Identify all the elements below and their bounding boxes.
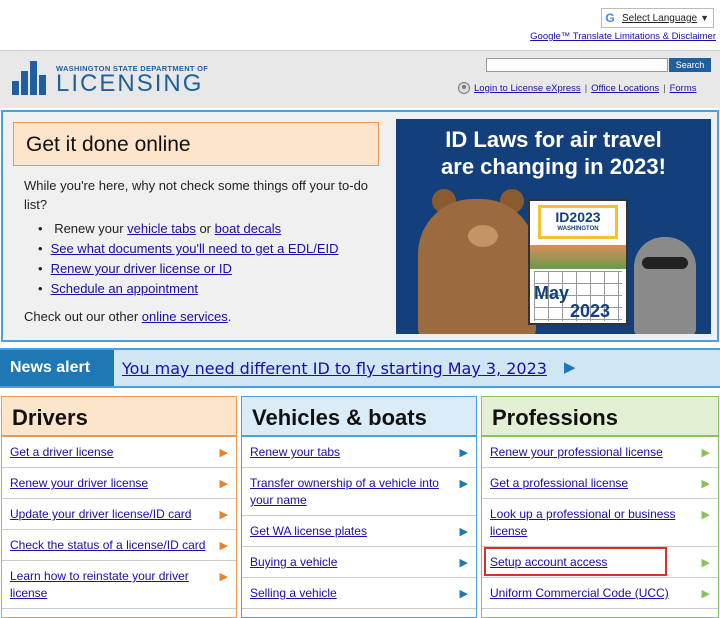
professions-item-lookup[interactable]: Look up a professional or business licen… <box>482 499 718 547</box>
get-it-done-intro: While you're here, why not check some th… <box>24 178 369 212</box>
boat-decals-link[interactable]: boat decals <box>215 221 282 236</box>
professions-heading: Professions <box>482 397 718 437</box>
arrow-right-icon: ▶ <box>219 571 228 583</box>
logo-title: LICENSING <box>56 70 204 97</box>
arrow-right-icon: ▶ <box>219 478 228 490</box>
drivers-item-get-license[interactable]: Get a driver license ▶ <box>2 437 236 468</box>
arrow-right-icon: ▶ <box>219 447 228 459</box>
arrow-right-icon: ▶ <box>459 588 468 600</box>
translate-disclaimer-link[interactable]: Google™ Translate Limitations & Disclaim… <box>530 31 716 42</box>
dol-logo[interactable]: WASHINGTON STATE DEPARTMENT OF LICENSING <box>12 61 208 97</box>
other-services-text: Check out our other online services. <box>24 309 232 324</box>
chevron-down-icon[interactable]: ▼ <box>700 13 709 23</box>
list-item: Renew your driver license or ID <box>38 259 339 279</box>
arrow-right-icon: ▶ <box>459 557 468 569</box>
drivers-heading: Drivers <box>2 397 236 437</box>
calendar-month: May <box>534 283 570 303</box>
bear-illustration <box>418 199 536 334</box>
vehicles-item-selling[interactable]: Selling a vehicle ▶ <box>242 578 476 609</box>
google-icon: G <box>605 11 615 25</box>
search-button[interactable]: Search <box>669 58 711 72</box>
arrow-right-icon: ▶ <box>701 478 710 490</box>
banner-headline-1: ID Laws for air travel <box>445 127 662 152</box>
utility-links: Login to License eXpress | Office Locati… <box>458 82 697 94</box>
forms-link[interactable]: Forms <box>670 83 697 94</box>
office-locations-link[interactable]: Office Locations <box>591 83 659 94</box>
calendar-state-text: WASHINGTON <box>557 226 599 232</box>
login-link[interactable]: Login to License eXpress <box>474 83 581 94</box>
vehicles-item-transfer-ownership[interactable]: Transfer ownership of a vehicle into you… <box>242 468 476 516</box>
get-it-done-title: Get it done online <box>13 122 379 166</box>
vehicles-item-license-plates[interactable]: Get WA license plates ▶ <box>242 516 476 547</box>
arrow-right-icon[interactable]: ▶ <box>564 358 576 376</box>
vehicles-column: Vehicles & boats Renew your tabs ▶ Transf… <box>241 396 477 618</box>
news-alert-bar: News alert You may need different ID to … <box>0 348 720 388</box>
online-services-link[interactable]: online services <box>142 309 228 324</box>
vehicle-tabs-link[interactable]: vehicle tabs <box>127 221 196 236</box>
arrow-right-icon: ▶ <box>219 540 228 552</box>
user-icon <box>458 82 470 94</box>
vehicles-item-buying[interactable]: Buying a vehicle ▶ <box>242 547 476 578</box>
list-item: See what documents you'll need to get a … <box>38 239 339 259</box>
select-language-label[interactable]: Select Language <box>622 13 697 24</box>
search-input[interactable] <box>486 58 668 72</box>
vehicles-item-renew-tabs[interactable]: Renew your tabs ▶ <box>242 437 476 468</box>
drivers-item-renew-license[interactable]: Renew your driver license ▶ <box>2 468 236 499</box>
professions-item-get-license[interactable]: Get a professional license ▶ <box>482 468 718 499</box>
setup-access-highlight-box <box>484 547 667 576</box>
arrow-right-icon: ▶ <box>701 557 710 569</box>
schedule-appointment-link[interactable]: Schedule an appointment <box>51 281 198 296</box>
arrow-right-icon: ▶ <box>701 588 710 600</box>
drivers-item-check-status[interactable]: Check the status of a license/ID card ▶ <box>2 530 236 561</box>
professions-item-renew[interactable]: Renew your professional license ▶ <box>482 437 718 468</box>
drivers-item-reinstate[interactable]: Learn how to reinstate your driver licen… <box>2 561 236 609</box>
site-header: WASHINGTON STATE DEPARTMENT OF LICENSING… <box>0 50 720 108</box>
edl-documents-link[interactable]: See what documents you'll need to get a … <box>51 241 339 256</box>
id-laws-banner[interactable]: ID Laws for air travel are changing in 2… <box>396 119 711 334</box>
drivers-item-update-license[interactable]: Update your driver license/ID card ▶ <box>2 499 236 530</box>
news-alert-label: News alert <box>0 350 114 386</box>
calendar-year: 2023 <box>570 301 611 321</box>
renew-license-link[interactable]: Renew your driver license or ID <box>51 261 232 276</box>
arrow-right-icon: ▶ <box>459 447 468 459</box>
news-alert-link[interactable]: You may need different ID to fly startin… <box>122 359 547 378</box>
calendar-illustration: ID2023 WASHINGTON May 2023 <box>528 199 628 325</box>
arrow-right-icon: ▶ <box>219 509 228 521</box>
drivers-column: Drivers Get a driver license ▶ Renew your… <box>1 396 237 618</box>
arrow-right-icon: ▶ <box>459 478 468 490</box>
language-selector[interactable]: G Select Language ▼ <box>601 8 714 28</box>
dol-logo-icon <box>12 61 50 95</box>
list-item: Renew your vehicle tabs or boat decals <box>38 219 339 239</box>
todo-list: Renew your vehicle tabs or boat decals S… <box>38 219 339 299</box>
list-item-text: Renew your <box>54 221 128 236</box>
arrow-right-icon: ▶ <box>701 447 710 459</box>
professions-column: Professions Renew your professional lice… <box>481 396 719 618</box>
vehicles-heading: Vehicles & boats <box>242 397 476 437</box>
professions-item-ucc[interactable]: Uniform Commercial Code (UCC) ▶ <box>482 578 718 609</box>
raccoon-illustration <box>634 237 696 334</box>
list-item: Schedule an appointment <box>38 279 339 299</box>
calendar-id-text: ID2023 <box>555 209 601 225</box>
list-item-text: or <box>195 221 215 236</box>
banner-headline-2: are changing in 2023! <box>441 154 666 179</box>
arrow-right-icon: ▶ <box>459 526 468 538</box>
arrow-right-icon: ▶ <box>701 509 710 521</box>
